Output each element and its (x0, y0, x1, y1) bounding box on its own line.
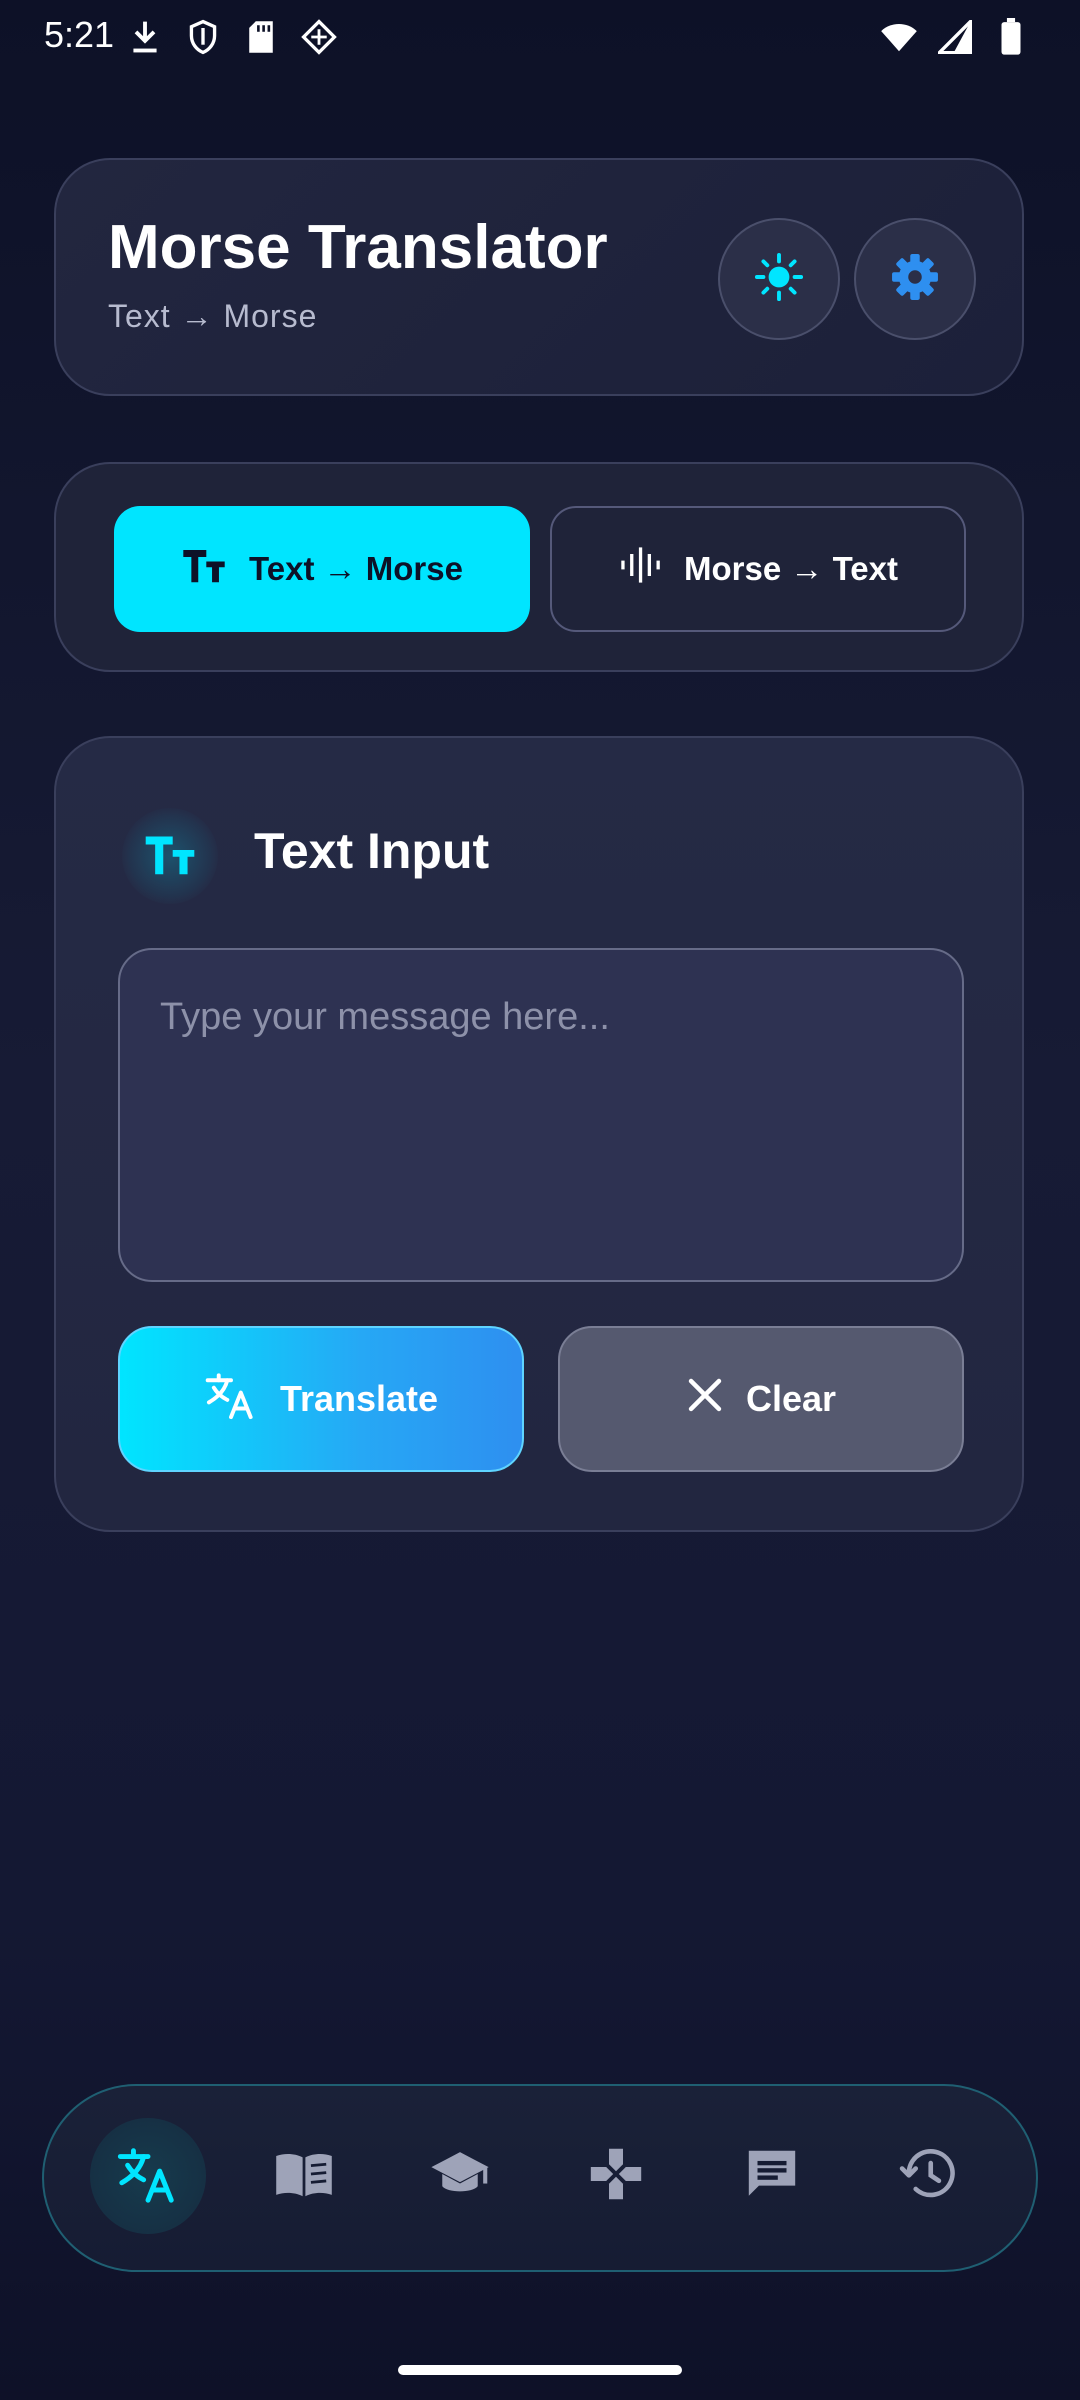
shield-icon (184, 18, 222, 56)
nav-reference[interactable] (246, 2118, 362, 2234)
nav-learn[interactable] (402, 2118, 518, 2234)
mode-selector: Text → Morse Morse → Text (54, 462, 1024, 672)
nav-history[interactable] (870, 2118, 986, 2234)
nav-game[interactable] (558, 2118, 674, 2234)
clear-label: Clear (745, 1378, 837, 1419)
home-indicator[interactable] (398, 2365, 682, 2375)
text-input-card: Text Input Type your message here... Tra… (54, 736, 1024, 1532)
bottom-navigation (42, 2084, 1038, 2272)
theme-toggle-button[interactable] (718, 218, 840, 340)
close-icon (686, 1376, 724, 1423)
morse-to-text-button[interactable]: Morse → Text (550, 506, 966, 632)
clear-button[interactable]: Clear (558, 1326, 964, 1472)
status-bar: 5:21 (0, 0, 1080, 72)
download-icon (126, 18, 164, 56)
text-fields-icon (181, 545, 227, 593)
battery-icon (992, 18, 1030, 56)
section-icon (122, 808, 218, 904)
audio-wave-icon (618, 545, 662, 593)
message-input-placeholder: Type your message here... (160, 996, 610, 1038)
sun-icon (753, 251, 805, 308)
section-title: Text Input (254, 823, 490, 879)
status-time: 5:21 (44, 14, 115, 55)
app-subtitle: Text → Morse (108, 298, 318, 334)
translate-label: Translate (279, 1378, 439, 1419)
text-to-morse-label: Text → Morse (249, 550, 463, 587)
cellular-signal-icon (936, 18, 974, 56)
morse-to-text-label: Morse → Text (684, 550, 898, 587)
translate-icon (116, 2144, 180, 2209)
sd-card-icon (242, 18, 280, 56)
gamepad-icon (588, 2146, 644, 2207)
app-title: Morse Translator (108, 213, 608, 282)
status-icons-right (880, 18, 1030, 56)
message-input[interactable]: Type your message here... (118, 948, 964, 1282)
settings-button[interactable] (854, 218, 976, 340)
diamond-app-icon (300, 18, 338, 56)
nav-translate[interactable] (90, 2118, 206, 2234)
nav-chat[interactable] (714, 2118, 830, 2234)
chat-icon (743, 2145, 801, 2208)
translate-icon (204, 1370, 258, 1429)
school-icon (430, 2149, 490, 2204)
text-to-morse-button[interactable]: Text → Morse (114, 506, 530, 632)
header-card: Morse Translator Text → Morse (54, 158, 1024, 396)
wifi-icon (880, 18, 918, 56)
history-icon (898, 2146, 958, 2207)
status-icons-left (126, 18, 338, 56)
text-fields-icon (143, 831, 197, 882)
gear-icon (888, 250, 942, 309)
translate-button[interactable]: Translate (118, 1326, 524, 1472)
book-icon (273, 2149, 335, 2204)
